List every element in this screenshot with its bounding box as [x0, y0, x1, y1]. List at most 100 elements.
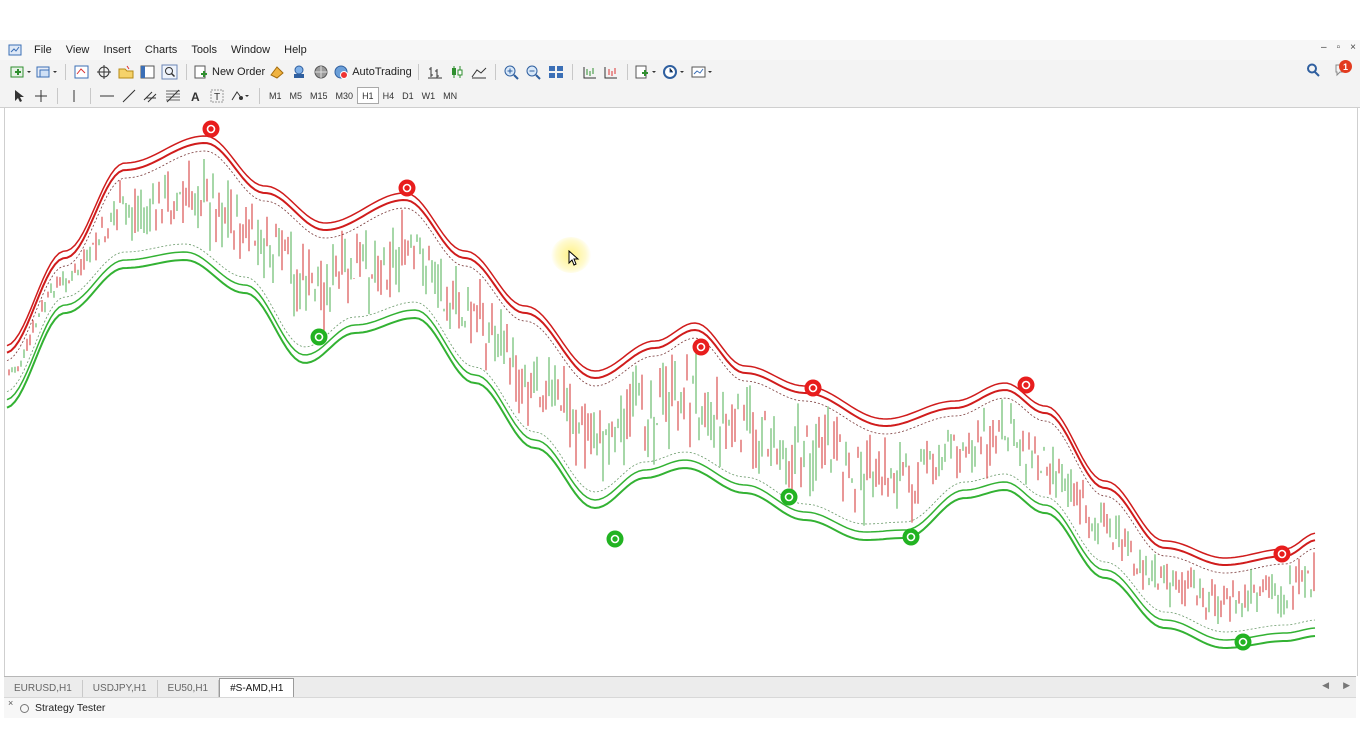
- zoom-in-button[interactable]: [502, 63, 522, 81]
- timeframe-w1[interactable]: W1: [418, 87, 440, 104]
- restore-button[interactable]: ▫: [1337, 42, 1341, 53]
- menu-tools[interactable]: Tools: [185, 44, 225, 56]
- vertical-line-icon: [73, 89, 75, 102]
- lower-band-inner: [6, 243, 1316, 633]
- toolbar-separator: [259, 87, 260, 104]
- arrows-button[interactable]: [229, 87, 253, 105]
- candlestick-button[interactable]: [447, 63, 467, 81]
- strategy-tester-button[interactable]: [160, 63, 180, 81]
- menu-view[interactable]: View: [60, 44, 98, 56]
- menu-window[interactable]: Window: [225, 44, 278, 56]
- candlestick-icon: [451, 66, 463, 78]
- metaeditor-button[interactable]: [267, 63, 287, 81]
- profiles-icon: [36, 66, 57, 78]
- trendline-icon: [122, 89, 136, 102]
- mouse-pointer-icon: [568, 250, 580, 266]
- toolbar-separator: [57, 87, 58, 104]
- signals-button[interactable]: [289, 63, 309, 81]
- zoom-out-button[interactable]: [524, 63, 544, 81]
- cursor-tool-button[interactable]: [9, 87, 29, 105]
- globe-icon: [314, 65, 328, 79]
- timeframe-m1[interactable]: M1: [265, 87, 286, 104]
- menu-file[interactable]: File: [28, 44, 60, 56]
- timeframe-mn[interactable]: MN: [439, 87, 461, 104]
- market-button[interactable]: [311, 63, 331, 81]
- zoom-in-icon: [504, 65, 519, 80]
- profiles-button[interactable]: [35, 63, 59, 81]
- trendline-button[interactable]: [119, 87, 139, 105]
- data-window-button[interactable]: [94, 63, 114, 81]
- fibonacci-button[interactable]: [163, 87, 183, 105]
- svg-text:A: A: [191, 90, 200, 104]
- arrows-icon: [231, 90, 249, 100]
- timeframe-m5[interactable]: M5: [286, 87, 307, 104]
- line-chart-icon: [471, 67, 487, 79]
- navigator-icon: [118, 65, 134, 79]
- new-order-button[interactable]: New Order: [193, 63, 265, 81]
- price-chart[interactable]: [5, 108, 1357, 676]
- autoscroll-icon: [604, 67, 617, 79]
- menu-insert[interactable]: Insert: [97, 44, 139, 56]
- upper-band-inner: [6, 150, 1316, 574]
- horizontal-line-button[interactable]: [97, 87, 117, 105]
- tab-s-amd[interactable]: #S-AMD,H1: [219, 678, 295, 697]
- menu-charts[interactable]: Charts: [139, 44, 185, 56]
- lower-band-outer: [6, 258, 1316, 650]
- timeframe-h1[interactable]: H1: [357, 87, 379, 104]
- svg-text:T: T: [214, 92, 220, 103]
- scroll-right-icon[interactable]: ▶: [1343, 680, 1350, 691]
- minimize-button[interactable]: –: [1321, 42, 1327, 53]
- timeframe-d1[interactable]: D1: [398, 87, 418, 104]
- autotrading-button[interactable]: AutoTrading: [333, 63, 412, 81]
- text-label-icon: T: [210, 89, 224, 103]
- close-tester-icon[interactable]: ×: [8, 698, 13, 708]
- strategy-tester-panel: × Strategy Tester: [4, 697, 1356, 718]
- sell-signal-icon: [804, 379, 822, 397]
- scroll-left-icon[interactable]: ◀: [1322, 680, 1329, 691]
- timeframe-m15[interactable]: M15: [306, 87, 332, 104]
- buy-signal-icon: [310, 328, 328, 346]
- strategy-tester-tab[interactable]: Strategy Tester: [20, 702, 105, 714]
- sell-signal-icon: [398, 179, 416, 197]
- toolbar-right: 1: [1306, 60, 1352, 78]
- tile-windows-button[interactable]: [546, 63, 566, 81]
- indicators-button[interactable]: [634, 63, 660, 81]
- channel-icon: [143, 91, 157, 102]
- timeframe-h4[interactable]: H4: [379, 87, 399, 104]
- templates-button[interactable]: [690, 63, 716, 81]
- terminal-button[interactable]: [138, 63, 158, 81]
- fibonacci-icon: [166, 89, 180, 102]
- close-button[interactable]: ×: [1350, 42, 1356, 53]
- terminal-icon: [140, 65, 155, 79]
- navigator-button[interactable]: [116, 63, 136, 81]
- tab-eu50[interactable]: EU50,H1: [158, 680, 220, 697]
- search-icon[interactable]: [1306, 63, 1320, 77]
- tab-usdjpy[interactable]: USDJPY,H1: [83, 680, 158, 697]
- periods-button[interactable]: [662, 63, 688, 81]
- toolbar-separator: [571, 64, 573, 80]
- sell-signal-icon: [1017, 376, 1035, 394]
- line-chart-button[interactable]: [469, 63, 489, 81]
- menu-help[interactable]: Help: [278, 44, 315, 56]
- new-order-label: New Order: [212, 66, 266, 78]
- new-chart-button[interactable]: [9, 63, 33, 81]
- chart-window[interactable]: [4, 108, 1358, 676]
- sell-signal-icon: [692, 338, 710, 356]
- market-watch-button[interactable]: [72, 63, 92, 81]
- timeframe-m30[interactable]: M30: [332, 87, 358, 104]
- text-label-button[interactable]: T: [207, 87, 227, 105]
- magnifier-chart-icon: [161, 64, 178, 80]
- chart-tabs: EURUSD,H1 USDJPY,H1 EU50,H1 #S-AMD,H1 ◀ …: [4, 676, 1356, 697]
- toolbar-separator: [417, 64, 419, 80]
- new-order-icon: [194, 65, 207, 79]
- tab-eurusd[interactable]: EURUSD,H1: [4, 680, 83, 697]
- autoscroll-button[interactable]: [601, 63, 621, 81]
- text-tool-button[interactable]: A: [185, 87, 205, 105]
- chart-shift-button[interactable]: [579, 63, 599, 81]
- bar-chart-button[interactable]: [425, 63, 445, 81]
- equidistant-channel-button[interactable]: [141, 87, 161, 105]
- metaeditor-icon: [270, 66, 284, 79]
- crosshair-tool-button[interactable]: [31, 87, 51, 105]
- notifications-button[interactable]: 1: [1334, 60, 1352, 78]
- vertical-line-button[interactable]: [64, 87, 84, 105]
